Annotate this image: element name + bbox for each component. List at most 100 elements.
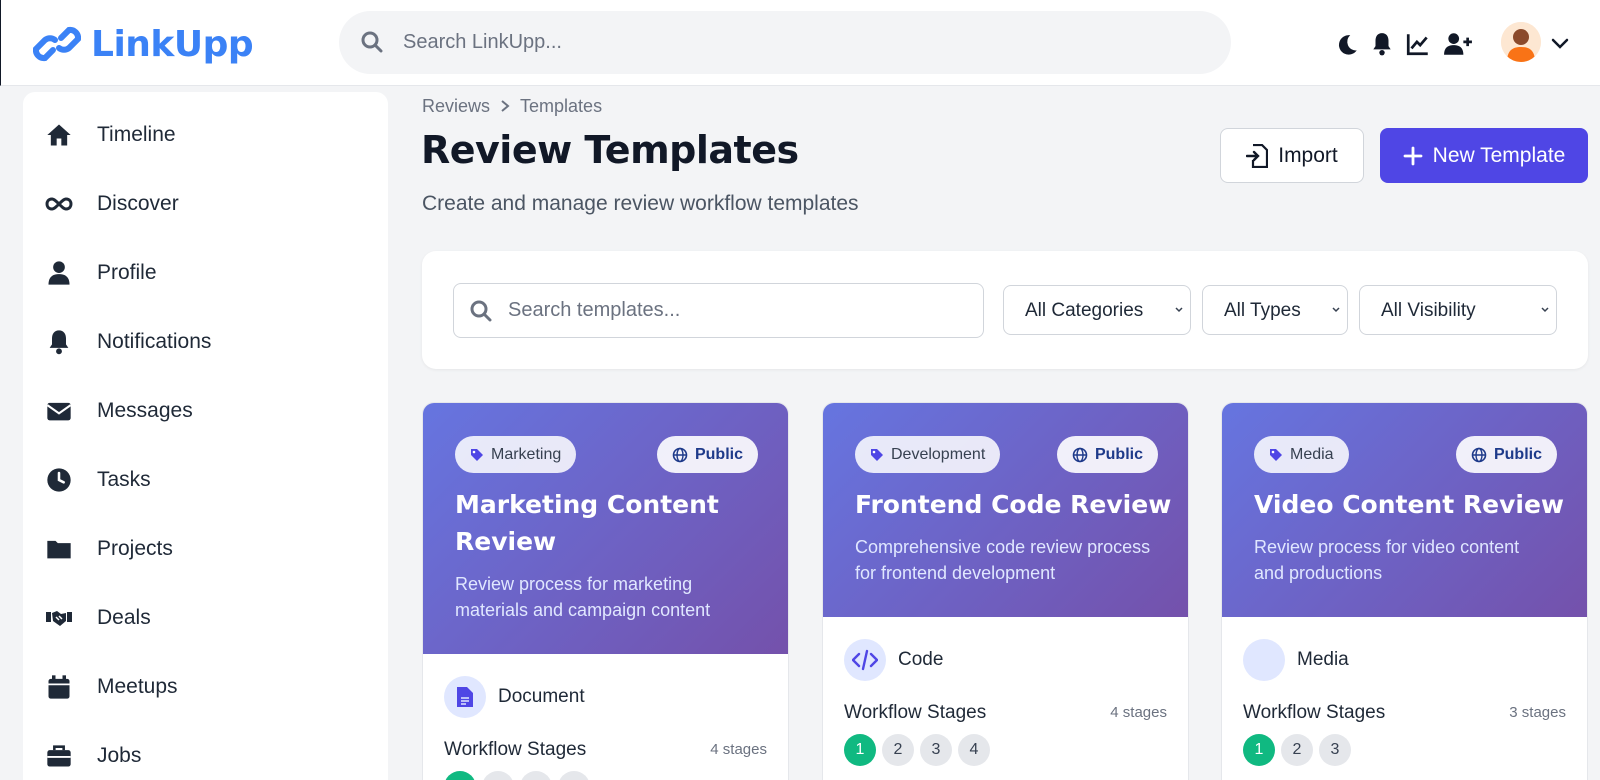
card-title: Marketing Content Review <box>455 490 719 556</box>
sidebar-item-label: Timeline <box>97 123 176 146</box>
type-row: Media <box>1243 639 1349 681</box>
sidebar-item-label: Projects <box>97 537 173 560</box>
card-header: Media Public Video Content Review Review… <box>1222 403 1587 617</box>
sidebar-item-tasks[interactable]: Tasks <box>23 450 388 510</box>
link-icon <box>33 26 81 62</box>
visibility-badge: Public <box>656 436 758 473</box>
card-title: Video Content Review <box>1254 490 1565 519</box>
stages-count: 4 stages <box>1110 704 1167 721</box>
tag-icon <box>1270 448 1282 461</box>
stage-dot: 2 <box>1281 734 1313 766</box>
search-icon <box>470 300 492 322</box>
infinity-icon <box>45 197 73 211</box>
visibility-select[interactable]: All Visibility <box>1359 285 1557 335</box>
global-search-input[interactable] <box>403 11 1203 74</box>
sidebar-item-discover[interactable]: Discover <box>23 174 388 234</box>
type-row: Document <box>444 676 585 718</box>
tag-icon <box>471 448 483 461</box>
sidebar-item-meetups[interactable]: Meetups <box>23 657 388 717</box>
stage-dot: 1 <box>444 771 476 780</box>
stage-dot: 4 <box>558 771 590 780</box>
tag-icon <box>871 448 883 461</box>
template-card[interactable]: Development Public Frontend Code Review … <box>822 402 1189 780</box>
category-badge: Marketing <box>455 436 577 473</box>
sidebar-item-label: Tasks <box>97 468 151 491</box>
home-icon <box>47 124 71 146</box>
moon-icon[interactable] <box>1334 32 1360 58</box>
folder-icon <box>47 540 71 559</box>
chart-line-icon[interactable] <box>1405 31 1431 57</box>
avatar[interactable] <box>1501 22 1541 62</box>
sidebar-item-projects[interactable]: Projects <box>23 519 388 579</box>
type-label: Code <box>898 649 944 670</box>
type-row: Code <box>844 639 943 681</box>
card-title: Frontend Code Review <box>855 490 1172 519</box>
visibility-badge: Public <box>1056 436 1158 473</box>
category-badge: Media <box>1254 436 1349 473</box>
page-title: Review Templates <box>421 128 799 172</box>
card-description: Review process for video content and pro… <box>1254 537 1520 583</box>
sidebar-item-messages[interactable]: Messages <box>23 381 388 441</box>
clock-icon <box>47 468 71 492</box>
sidebar-item-label: Jobs <box>97 744 142 767</box>
type-select-value: All Types <box>1224 300 1301 321</box>
visibility-select-value: All Visibility <box>1381 300 1476 321</box>
sidebar-item-notifications[interactable]: Notifications <box>23 312 388 372</box>
stages-title: Workflow Stages <box>444 739 587 760</box>
sidebar-item-profile[interactable]: Profile <box>23 243 388 303</box>
stage-dot: 1 <box>1243 734 1275 766</box>
category-label: Marketing <box>491 445 562 463</box>
document-icon <box>444 676 486 718</box>
chevron-down-icon[interactable] <box>1549 32 1571 54</box>
breadcrumb-parent[interactable]: Reviews <box>422 96 490 117</box>
page-subtitle: Create and manage review workflow templa… <box>422 192 859 215</box>
sidebar-item-label: Deals <box>97 606 151 629</box>
template-card[interactable]: Media Public Video Content Review Review… <box>1221 402 1588 780</box>
sidebar-item-label: Profile <box>97 261 157 284</box>
category-label: Media <box>1290 445 1334 463</box>
stage-dot: 3 <box>520 771 552 780</box>
visibility-label: Public <box>1094 445 1143 463</box>
stage-dot: 3 <box>920 734 952 766</box>
app-name: LinkUpp <box>91 23 254 65</box>
sidebar-item-label: Messages <box>97 399 193 422</box>
card-description: Comprehensive code review process for fr… <box>855 537 1151 583</box>
template-card[interactable]: Marketing Public Marketing Content Revie… <box>422 402 789 780</box>
app-logo[interactable]: LinkUpp <box>33 22 254 66</box>
template-search <box>453 283 984 338</box>
category-badge: Development <box>855 436 1001 473</box>
category-select-value: All Categories <box>1025 300 1144 321</box>
chevron-down-icon <box>1332 307 1340 313</box>
import-label: Import <box>1278 143 1338 167</box>
plus-icon <box>1403 146 1423 165</box>
sidebar-item-label: Notifications <box>97 330 212 353</box>
category-select[interactable]: All Categories <box>1003 285 1191 335</box>
card-description: Review process for marketing materials a… <box>455 574 711 620</box>
template-search-input[interactable] <box>508 284 968 337</box>
stage-dots: 1 2 3 <box>1243 734 1351 766</box>
user-avatar <box>1501 22 1541 62</box>
globe-icon <box>1471 447 1487 462</box>
new-template-label: New Template <box>1432 143 1566 167</box>
stage-dots: 1 2 3 4 <box>444 771 590 780</box>
briefcase-icon <box>47 745 71 767</box>
sidebar-item-timeline[interactable]: Timeline <box>23 105 388 165</box>
global-search <box>339 11 1231 74</box>
stage-dots: 1 2 3 4 <box>844 734 990 766</box>
new-template-button[interactable]: New Template <box>1380 128 1588 183</box>
visibility-label: Public <box>694 445 743 463</box>
user-plus-icon[interactable] <box>1443 31 1473 57</box>
calendar-icon <box>48 675 70 699</box>
visibility-badge: Public <box>1455 436 1557 473</box>
breadcrumb: Reviews Templates <box>422 94 602 118</box>
type-select[interactable]: All Types <box>1202 285 1348 335</box>
import-button[interactable]: Import <box>1220 128 1364 183</box>
bell-icon[interactable] <box>1369 31 1395 57</box>
bell-icon <box>49 330 69 355</box>
sidebar-item-deals[interactable]: Deals <box>23 588 388 648</box>
sidebar-item-label: Discover <box>97 192 179 215</box>
sidebar-item-jobs[interactable]: Jobs <box>23 726 388 780</box>
stages-title: Workflow Stages <box>844 702 987 723</box>
stages-count: 3 stages <box>1509 704 1566 721</box>
sidebar: Timeline Discover Profile Notifications … <box>23 92 388 780</box>
